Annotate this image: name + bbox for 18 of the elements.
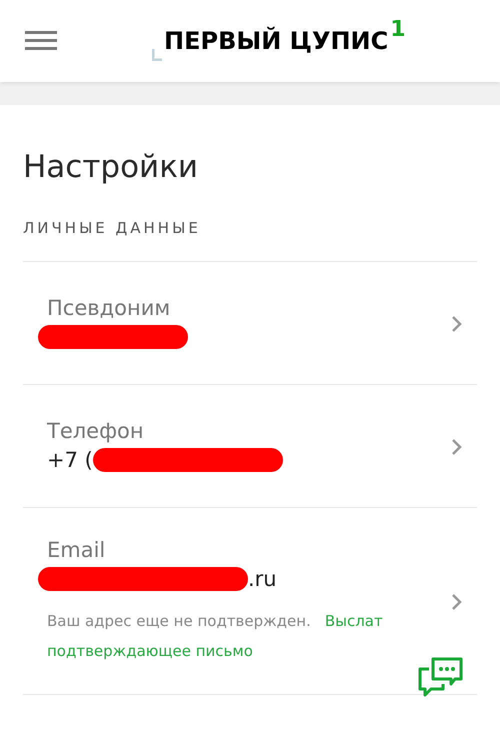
field-label: Телефон [47, 419, 145, 443]
resend-link[interactable]: Выслат [324, 612, 383, 630]
chevron-icon[interactable] [451, 593, 463, 611]
status-note: Ваш адрес еще не подтвержден. [47, 612, 311, 630]
field-label: Псевдоним [47, 296, 172, 320]
resend-link[interactable]: подтверждающее письмо [47, 642, 253, 660]
chevron-icon[interactable] [451, 438, 463, 456]
section-heading: ЛИЧНЫЕ ДАННЫЕ [23, 219, 202, 239]
field-value: .ru [248, 567, 277, 591]
chat-icon[interactable] [417, 655, 463, 697]
chevron-icon[interactable] [451, 315, 463, 333]
logo-mark: 1 [390, 17, 406, 42]
logo-text: ПЕРВЫЙ ЦУПИС [164, 27, 388, 55]
menu-icon[interactable] [25, 30, 57, 52]
field-label: Email [47, 538, 106, 562]
field-value: +7 ( [47, 448, 93, 472]
corner-icon [152, 49, 162, 61]
page-title: Настройки [23, 149, 200, 185]
